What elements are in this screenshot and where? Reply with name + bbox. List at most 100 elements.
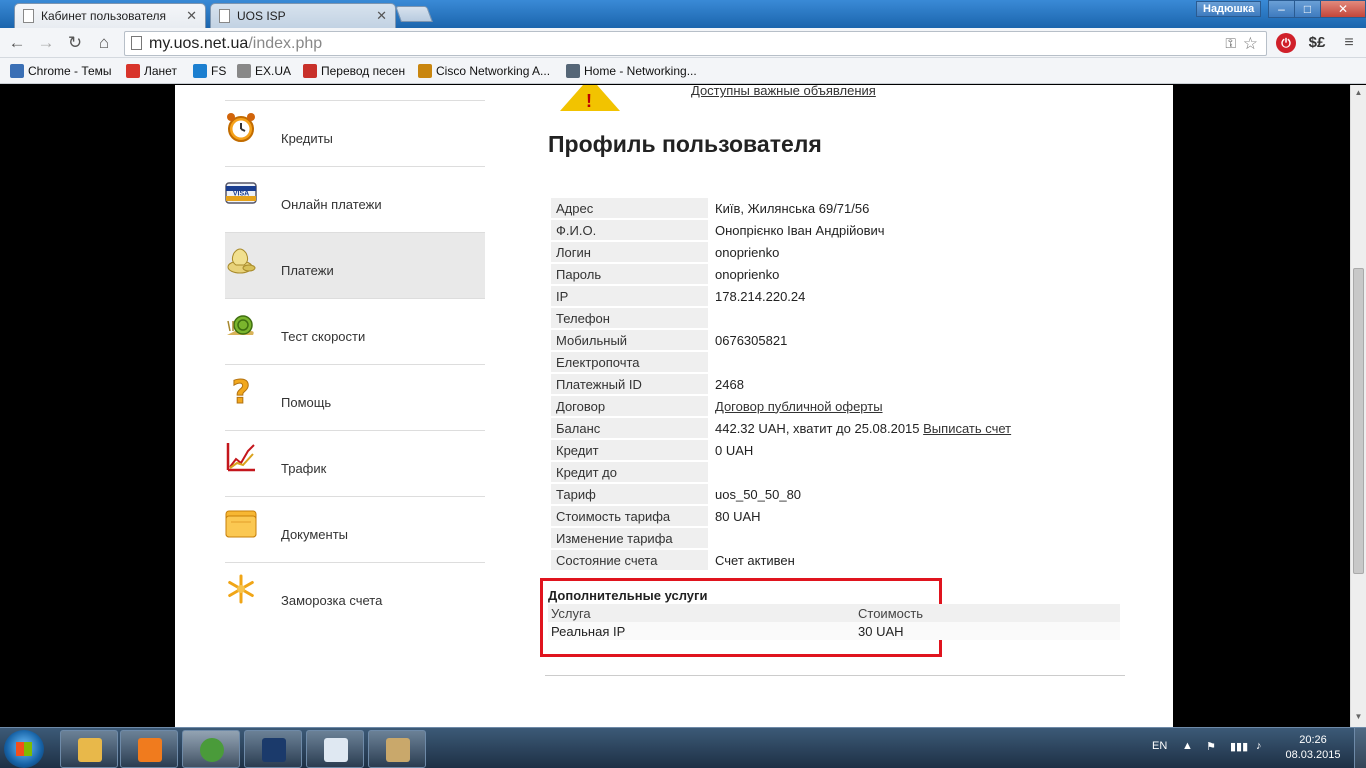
tab-cabinet[interactable]: Кабинет пользователя ✕ <box>14 3 206 28</box>
bookmark-song-translation[interactable]: Перевод песен <box>301 62 405 80</box>
table-row: Реальная IP 30 UAH <box>548 622 1120 640</box>
field-value: Київ, Жилянська 69/71/56 <box>715 200 870 216</box>
tab-title: UOS ISP <box>237 9 286 23</box>
clock-date: 08.03.2015 <box>1285 749 1341 761</box>
column-header: Услуга <box>548 604 855 622</box>
page-icon <box>131 36 142 50</box>
taskbar-app-notepad[interactable] <box>306 730 364 768</box>
tray-arrow-icon[interactable]: ▲ <box>1182 740 1193 752</box>
field-label: Пароль <box>551 264 708 284</box>
public-offer-link[interactable]: Договор публичной оферты <box>715 399 883 414</box>
scroll-up-icon[interactable]: ▲ <box>1353 87 1364 99</box>
table-row: Телефон <box>551 308 1113 328</box>
table-row: Адрес Київ, Жилянська 69/71/56 <box>551 198 1113 218</box>
announcements-link[interactable]: Доступны важные объявления <box>691 85 876 98</box>
sidebar-item-label: Платежи <box>281 263 334 278</box>
column-header: Стоимость <box>855 604 1120 622</box>
maximize-button[interactable]: □ <box>1294 0 1321 18</box>
new-tab-button[interactable] <box>395 6 433 22</box>
field-value: 178.214.220.24 <box>715 288 806 304</box>
svg-text:?: ? <box>232 375 251 407</box>
page-scrollbar[interactable]: ▲ ▼ <box>1350 85 1366 727</box>
scroll-down-icon[interactable]: ▼ <box>1353 711 1364 723</box>
field-label: Стоимость тарифа <box>551 506 708 526</box>
close-icon[interactable]: ✕ <box>186 8 197 24</box>
bookmark-home-networking[interactable]: Home - Networking... <box>564 62 697 80</box>
taskbar-app-explorer[interactable] <box>60 730 118 768</box>
bookmark-icon <box>418 64 432 78</box>
bookmark-chrome-themes[interactable]: Chrome - Темы <box>8 62 112 80</box>
table-row: Електропочта <box>551 352 1113 372</box>
bookmark-exua[interactable]: EX.UA <box>235 62 291 80</box>
network-signal-icon[interactable]: ▮▮▮ <box>1230 740 1248 753</box>
money-bag-icon <box>227 248 256 274</box>
bookmark-lanet[interactable]: Ланет <box>124 62 177 80</box>
system-clock[interactable]: 20:26 08.03.2015 <box>1280 733 1346 763</box>
close-window-button[interactable]: ✕ <box>1320 0 1366 18</box>
sidebar-item-account-freeze[interactable]: Заморозка счета <box>225 562 485 628</box>
table-row: Пароль onoprienko <box>551 264 1113 284</box>
field-value: Договор публичной оферты <box>708 396 1113 416</box>
snail-icon <box>227 315 254 335</box>
field-value <box>708 308 1113 328</box>
sidebar-item-help[interactable]: ? Помощь <box>225 364 485 430</box>
sidebar-item-speed-test[interactable]: Тест скорости <box>225 298 485 364</box>
profile-user-badge[interactable]: Надюшка <box>1196 1 1262 17</box>
scroll-thumb[interactable] <box>1353 268 1364 574</box>
forward-button[interactable]: → <box>35 32 57 54</box>
sidebar-item-label: Помощь <box>281 395 332 410</box>
divider <box>545 675 1125 676</box>
bookmark-icon <box>303 64 317 78</box>
taskbar-app-chrome[interactable] <box>182 730 240 768</box>
start-button[interactable] <box>4 730 44 768</box>
taskbar-app-paint[interactable] <box>368 730 426 768</box>
bookmark-icon <box>237 64 251 78</box>
table-row: Ф.И.О. Онопрієнко Іван Андрійович <box>551 220 1113 240</box>
media-player-icon <box>138 738 162 762</box>
tab-title: Кабинет пользователя <box>41 9 166 23</box>
photoshop-icon <box>262 738 286 762</box>
sidebar-item-online-payments[interactable]: VISA Онлайн платежи <box>225 166 485 232</box>
bookmark-cisco-networking[interactable]: Cisco Networking A... <box>416 62 550 80</box>
tab-uos-isp[interactable]: UOS ISP ✕ <box>210 3 396 28</box>
field-value: 2468 <box>715 376 744 392</box>
bookmark-star-icon[interactable]: ☆ <box>1243 32 1258 55</box>
key-icon[interactable]: ⚿ <box>1225 32 1236 55</box>
back-button[interactable]: ← <box>6 32 28 54</box>
field-label: Договор <box>551 396 708 416</box>
field-label: Кредит <box>551 440 708 460</box>
taskbar-app-media-player[interactable] <box>120 730 178 768</box>
show-desktop-button[interactable] <box>1354 728 1366 768</box>
field-label: Адрес <box>551 198 708 218</box>
field-label: Кредит до <box>551 462 708 482</box>
field-label: Состояние счета <box>551 550 708 570</box>
action-center-icon[interactable]: ⚑ <box>1206 740 1216 753</box>
address-bar[interactable]: my.uos.net.ua/index.php ⚿ ☆ <box>124 31 1267 56</box>
volume-icon[interactable]: ♪ <box>1256 740 1262 752</box>
sidebar-item-traffic[interactable]: Трафик <box>225 430 485 496</box>
field-value: Онопрієнко Іван Андрійович <box>715 222 885 238</box>
home-button[interactable]: ⌂ <box>93 32 115 54</box>
issue-invoice-link[interactable]: Выписать счет <box>923 421 1011 436</box>
language-indicator[interactable]: EN <box>1152 740 1167 752</box>
svg-text:VISA: VISA <box>233 191 249 198</box>
minimize-button[interactable]: – <box>1268 0 1295 18</box>
table-row: Кредит 0 UAH <box>551 440 1113 460</box>
field-value: 0 UAH <box>715 442 754 458</box>
sidebar-item-label: Заморозка счета <box>281 593 383 608</box>
field-value: onoprienko <box>715 266 780 282</box>
power-extension-icon[interactable]: ⏻ <box>1276 33 1296 53</box>
sidebar-item-credits[interactable]: Кредиты <box>225 100 485 166</box>
currency-extension-icon[interactable]: $£ <box>1306 32 1328 54</box>
field-value: 0676305821 <box>715 332 788 348</box>
sidebar-item-payments[interactable]: Платежи <box>225 232 485 298</box>
field-label: Ф.И.О. <box>551 220 708 240</box>
bookmark-fs[interactable]: FS <box>191 62 226 80</box>
extra-services-title: Дополнительные услуги <box>548 588 708 603</box>
close-icon[interactable]: ✕ <box>376 8 387 24</box>
table-row: Платежный ID 2468 <box>551 374 1113 394</box>
menu-icon[interactable]: ≡ <box>1338 32 1360 54</box>
sidebar-item-documents[interactable]: Документы <box>225 496 485 562</box>
reload-button[interactable]: ↻ <box>64 32 86 54</box>
taskbar-app-photoshop[interactable] <box>244 730 302 768</box>
